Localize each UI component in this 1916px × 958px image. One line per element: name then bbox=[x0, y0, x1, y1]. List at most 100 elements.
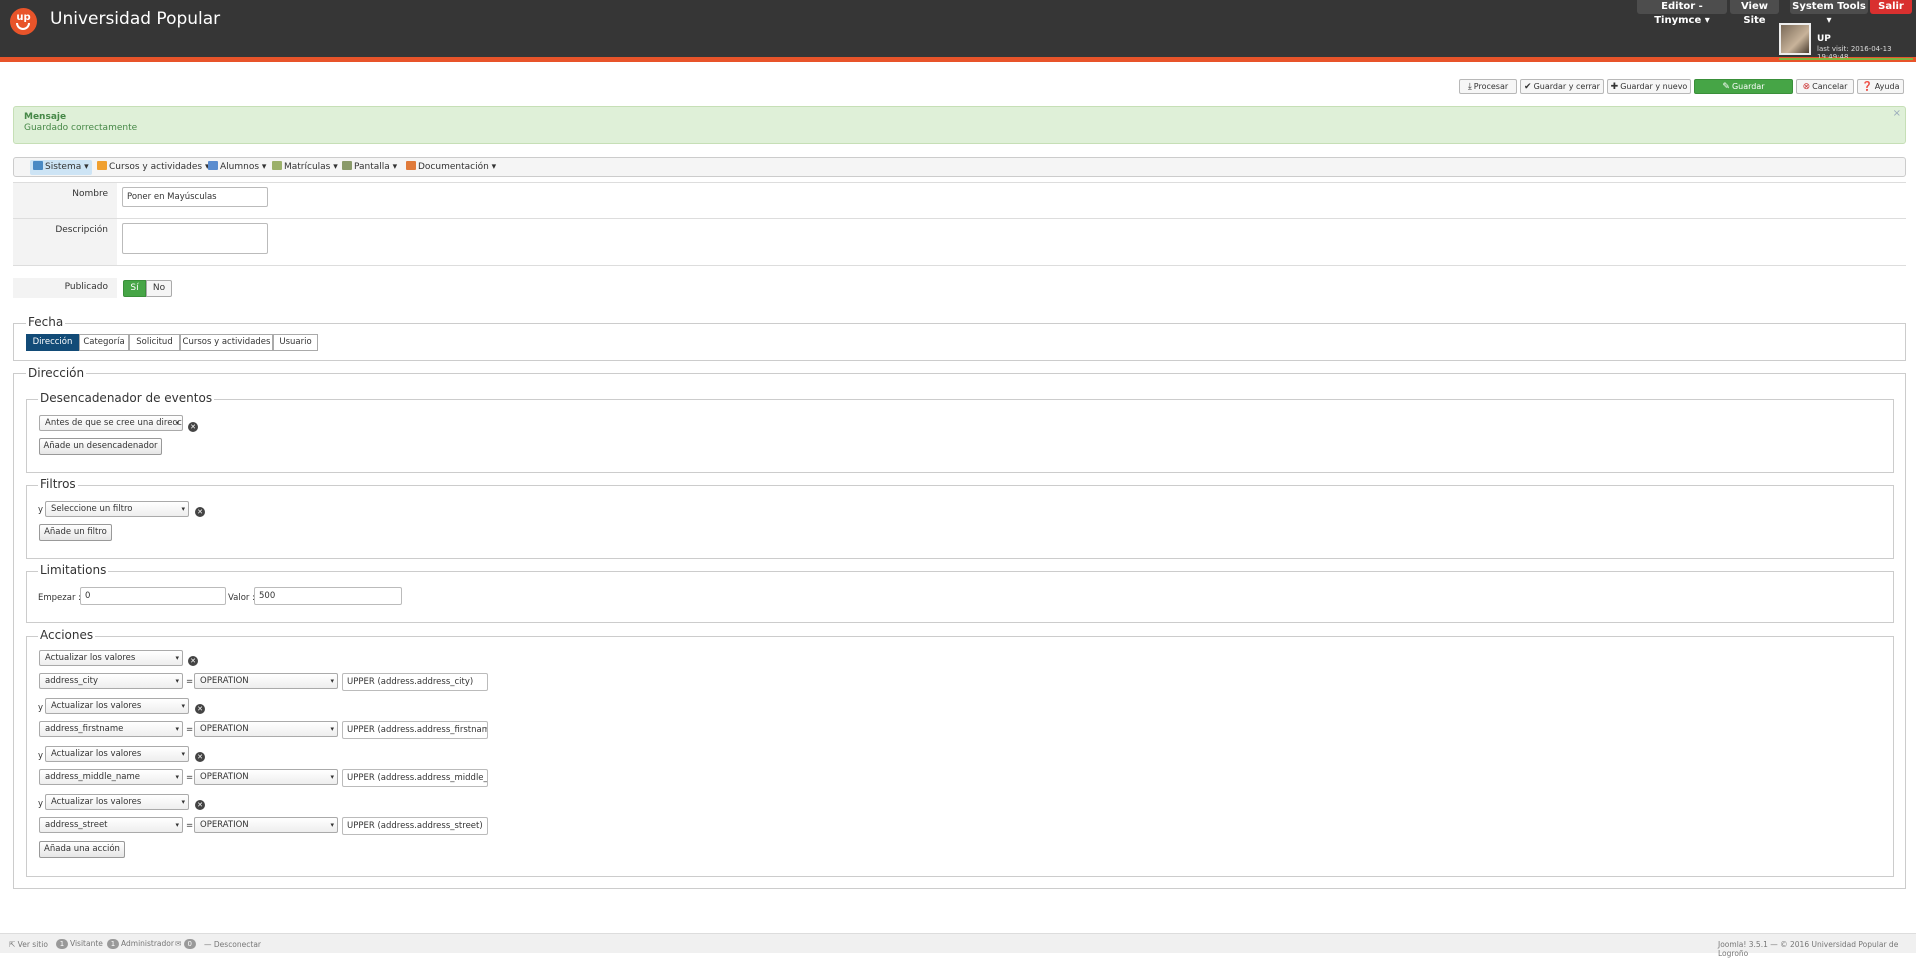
start-input[interactable]: 0 bbox=[80, 587, 226, 605]
view-site-link[interactable]: ⇱ Ver sitio bbox=[9, 940, 48, 949]
menu-alumnos[interactable]: Alumnos ▾ bbox=[205, 160, 269, 175]
expression-input[interactable]: UPPER (address.address_city) bbox=[342, 673, 488, 691]
system-tools-dropdown-button[interactable]: System Tools ▾ bbox=[1790, 0, 1868, 26]
remove-action-icon[interactable]: ✕ bbox=[195, 800, 205, 810]
published-no-button[interactable]: No bbox=[146, 280, 172, 297]
menu-pantalla[interactable]: Pantalla ▾ bbox=[339, 160, 400, 175]
equals-sign: = bbox=[186, 773, 194, 783]
save-close-button[interactable]: ✔ Guardar y cerrar bbox=[1520, 79, 1604, 94]
divider bbox=[13, 265, 1906, 266]
logout-button[interactable]: Salir bbox=[1870, 0, 1912, 14]
equals-sign: = bbox=[186, 821, 194, 831]
description-label: Descripción bbox=[13, 219, 117, 265]
description-textarea[interactable] bbox=[122, 223, 268, 254]
tab-usuario[interactable]: Usuario bbox=[273, 334, 318, 351]
messages-count: 0 bbox=[183, 939, 196, 949]
external-link-icon: ⇱ bbox=[9, 940, 18, 949]
process-button[interactable]: ⤓ Procesar bbox=[1459, 79, 1517, 94]
operation-select[interactable]: OPERATION bbox=[194, 721, 338, 737]
remove-filter-icon[interactable]: ✕ bbox=[195, 507, 205, 517]
action-type-select[interactable]: Actualizar los valores bbox=[39, 650, 183, 666]
and-label: y bbox=[38, 703, 44, 713]
name-label: Nombre bbox=[13, 183, 117, 218]
logout-link[interactable]: — Desconectar bbox=[204, 940, 261, 949]
tab-cursos-actividades[interactable]: Cursos y actividades bbox=[180, 334, 273, 351]
tab-direccion[interactable]: Dirección bbox=[26, 334, 79, 351]
documents-icon bbox=[406, 161, 416, 170]
remove-trigger-icon[interactable]: ✕ bbox=[188, 422, 198, 432]
action-field-select[interactable]: address_firstname bbox=[39, 721, 183, 737]
action-field-select[interactable]: address_street bbox=[39, 817, 183, 833]
status-footer: ⇱ Ver sitio 1 Visitante 1 Administrador ✉ … bbox=[0, 933, 1916, 958]
view-site-button[interactable]: View Site bbox=[1730, 0, 1779, 26]
start-label: Empezar : bbox=[38, 593, 82, 603]
add-action-button[interactable]: Añada una acción bbox=[39, 841, 125, 858]
messages-status[interactable]: ✉ 0 bbox=[175, 939, 198, 949]
site-logo[interactable]: up bbox=[10, 8, 37, 35]
save-new-button[interactable]: ✚ Guardar y nuevo bbox=[1607, 79, 1691, 94]
operation-select[interactable]: OPERATION bbox=[194, 769, 338, 785]
screen-icon bbox=[342, 161, 352, 170]
visitors-status: 1 Visitante bbox=[56, 939, 103, 949]
operation-select[interactable]: OPERATION bbox=[194, 817, 338, 833]
value-label: Valor : bbox=[228, 593, 255, 603]
menu-documentacion[interactable]: Documentación ▾ bbox=[403, 160, 499, 175]
help-button[interactable]: ❓ Ayuda bbox=[1857, 79, 1904, 94]
fecha-legend: Fecha bbox=[26, 315, 66, 329]
and-label: y bbox=[38, 751, 44, 761]
help-icon: ❓ bbox=[1861, 82, 1873, 92]
plus-icon: ✚ bbox=[1610, 82, 1619, 92]
filter-select[interactable]: Seleccione un filtro bbox=[45, 501, 189, 517]
cancel-icon: ⊗ bbox=[1802, 82, 1811, 92]
success-alert: Mensaje Guardado correctamente × bbox=[13, 106, 1906, 144]
avatar[interactable] bbox=[1779, 23, 1811, 55]
filters-legend: Filtros bbox=[38, 477, 78, 491]
expression-input[interactable]: UPPER (address.address_firstname) bbox=[342, 721, 488, 739]
expression-input[interactable]: UPPER (address.address_street) bbox=[342, 817, 488, 835]
alert-title: Mensaje bbox=[24, 112, 67, 122]
alert-close-icon[interactable]: × bbox=[1893, 108, 1901, 119]
tools-icon bbox=[33, 161, 43, 170]
remove-action-icon[interactable]: ✕ bbox=[195, 704, 205, 714]
menu-matriculas[interactable]: Matrículas ▾ bbox=[269, 160, 341, 175]
action-type-select[interactable]: Actualizar los valores bbox=[45, 698, 189, 714]
app-title: Universidad Popular bbox=[50, 9, 221, 29]
name-input[interactable]: Poner en Mayúsculas bbox=[122, 187, 268, 207]
actions-legend: Acciones bbox=[38, 628, 96, 642]
divider bbox=[13, 182, 1906, 183]
action-type-select[interactable]: Actualizar los valores bbox=[45, 746, 189, 762]
and-label: y bbox=[38, 505, 44, 515]
remove-action-icon[interactable]: ✕ bbox=[188, 656, 198, 666]
expression-input[interactable]: UPPER (address.address_middle_name) bbox=[342, 769, 488, 787]
tab-categoria[interactable]: Categoría bbox=[79, 334, 129, 351]
divider bbox=[13, 218, 1906, 219]
action-type-select[interactable]: Actualizar los valores bbox=[45, 794, 189, 810]
component-menu-bar: Sistema ▾ Cursos y actividades ▾ Alumnos… bbox=[13, 157, 1906, 177]
tab-solicitud[interactable]: Solicitud bbox=[129, 334, 180, 351]
remove-action-icon[interactable]: ✕ bbox=[195, 752, 205, 762]
editor-dropdown-button[interactable]: Editor - Tinymce ▾ bbox=[1637, 0, 1727, 26]
folder-icon bbox=[97, 161, 107, 170]
user-name: UP bbox=[1817, 34, 1831, 44]
filters-fieldset bbox=[26, 485, 1894, 559]
menu-sistema[interactable]: Sistema ▾ bbox=[30, 160, 92, 175]
visitors-count: 1 bbox=[56, 939, 68, 949]
add-trigger-button[interactable]: Añade un desencadenador bbox=[39, 438, 162, 455]
users-icon bbox=[208, 161, 218, 170]
equals-sign: = bbox=[186, 677, 194, 687]
save-button[interactable]: ✎ Guardar bbox=[1694, 79, 1793, 94]
operation-select[interactable]: OPERATION bbox=[194, 673, 338, 689]
cancel-button[interactable]: ⊗ Cancelar bbox=[1796, 79, 1854, 94]
value-input[interactable]: 500 bbox=[254, 587, 402, 605]
trigger-select[interactable]: Antes de que se cree una direcc bbox=[39, 415, 183, 431]
published-yes-button[interactable]: Sí bbox=[123, 280, 146, 297]
menu-cursos[interactable]: Cursos y actividades ▾ bbox=[94, 160, 213, 175]
check-icon: ✔ bbox=[1524, 82, 1532, 92]
action-field-select[interactable]: address_city bbox=[39, 673, 183, 689]
copyright: Joomla! 3.5.1 — © 2016 Universidad Popul… bbox=[1718, 940, 1899, 958]
add-filter-button[interactable]: Añade un filtro bbox=[39, 524, 112, 541]
direccion-legend: Dirección bbox=[26, 366, 87, 380]
mail-icon: ✉ bbox=[175, 939, 184, 948]
published-label: Publicado bbox=[13, 278, 117, 298]
action-field-select[interactable]: address_middle_name bbox=[39, 769, 183, 785]
